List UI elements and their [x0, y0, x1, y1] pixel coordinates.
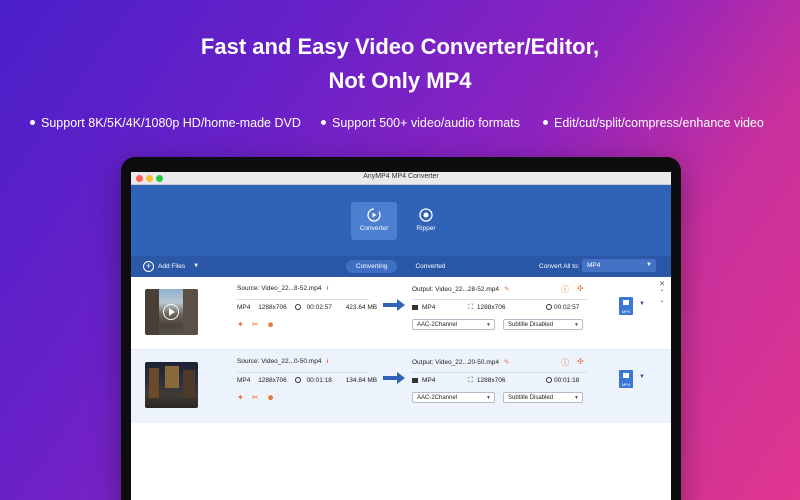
audio-track-select[interactable]: AAC-2Channel ▼ — [412, 392, 495, 403]
bullet-icon — [321, 120, 326, 126]
format-icon — [412, 305, 418, 310]
source-filename: Source: Video_22...0-50.mp4 i — [237, 358, 329, 365]
file-row: Source: Video_22...0-50.mp4 i MP4 1288x70… — [131, 350, 671, 423]
row-controls: ✕ ⌃ ⌄ — [657, 281, 667, 305]
file-row: Source: Video_22...8-52.mp4 i MP4 1288x70… — [131, 277, 671, 350]
video-thumbnail[interactable] — [145, 362, 198, 408]
source-meta: MP4 1288x706 00:02:57 423.64 MB — [237, 304, 378, 311]
chevron-down-icon[interactable]: ⌄ — [657, 297, 667, 305]
plus-icon: + — [143, 261, 154, 272]
chevron-up-icon[interactable]: ⌃ — [657, 289, 667, 297]
tab-ripper[interactable]: Ripper — [403, 202, 449, 240]
window-title: AnyMP4 MP4 Converter — [363, 173, 439, 180]
info-icon[interactable]: ⓘ — [561, 357, 569, 368]
feature-item: Support 500+ video/audio formats — [321, 116, 520, 130]
add-files-button[interactable]: + Add Files ▼ — [143, 260, 199, 273]
enhance-icon[interactable]: ✦ — [237, 320, 244, 329]
output-actions: ⓘ ✣ — [561, 357, 584, 368]
divider — [412, 372, 587, 373]
edit-tools: ✦ ✂ ☻ — [237, 320, 275, 329]
subtitle-select[interactable]: Subtitle Disabled ▼ — [503, 319, 583, 330]
output-filename: Output: Video_22...28-52.mp4 ✎ — [412, 286, 510, 293]
source-meta: MP4 1288x706 00:01:18 134.84 MB — [237, 377, 378, 384]
info-icon[interactable]: i — [326, 358, 328, 365]
subtitle-select[interactable]: Subtitle Disabled ▼ — [503, 392, 583, 403]
output-format-button[interactable]: MP4 — [619, 297, 633, 315]
chevron-down-icon[interactable]: ▼ — [193, 260, 199, 273]
headline-line-1: Fast and Easy Video Converter/Editor, — [200, 34, 600, 59]
ripper-icon — [419, 208, 433, 222]
converter-icon — [367, 208, 381, 222]
compress-icon[interactable]: ✣ — [577, 284, 584, 295]
divider — [237, 299, 369, 300]
sub-toolbar: + Add Files ▼ Converting Converted Conve… — [131, 256, 671, 277]
divider — [412, 299, 587, 300]
arrow-right-icon — [383, 372, 405, 384]
info-icon[interactable]: ⓘ — [561, 284, 569, 295]
edit-name-icon[interactable]: ✎ — [504, 359, 509, 366]
app-window: AnyMP4 MP4 Converter Converter Ripper + … — [131, 172, 671, 500]
headline-line-2: Not Only MP4 — [328, 68, 472, 93]
chevron-down-icon: ▼ — [646, 262, 652, 268]
edit-tools: ✦ ✂ ☻ — [237, 393, 275, 402]
divider — [237, 372, 369, 373]
title-bar: AnyMP4 MP4 Converter — [131, 172, 671, 185]
enhance-icon[interactable]: ✦ — [237, 393, 244, 402]
format-icon — [412, 378, 418, 383]
audio-track-select[interactable]: AAC-2Channel ▼ — [412, 319, 495, 330]
compress-icon[interactable]: ✣ — [577, 357, 584, 368]
clock-icon — [546, 304, 552, 310]
resize-icon: ⛶ — [468, 377, 473, 384]
clock-icon — [294, 377, 301, 383]
convert-all-select[interactable]: MP4 ▼ — [582, 259, 656, 272]
tab-converter-label: Converter — [359, 225, 389, 232]
resize-icon: ⛶ — [468, 304, 473, 311]
close-icon[interactable]: ✕ — [657, 281, 667, 289]
tab-ripper-label: Ripper — [416, 225, 436, 232]
clock-icon — [294, 304, 301, 310]
edit-name-icon[interactable]: ✎ — [504, 286, 509, 293]
tab-converted[interactable]: Converted — [405, 260, 455, 273]
palette-icon[interactable]: ☻ — [266, 320, 274, 329]
status-tabs: Converting Converted — [346, 260, 455, 273]
chevron-down-icon[interactable]: ▼ — [639, 301, 645, 307]
palette-icon[interactable]: ☻ — [266, 393, 274, 402]
output-format-button[interactable]: MP4 — [619, 370, 633, 388]
feature-item: Edit/cut/split/compress/enhance video — [543, 116, 764, 130]
output-meta: MP4 ⛶ 1288x706 00:02:57 — [412, 304, 592, 314]
chevron-down-icon[interactable]: ▼ — [639, 374, 645, 380]
info-icon[interactable]: i — [326, 285, 328, 292]
video-thumbnail[interactable] — [145, 289, 198, 335]
convert-all-label: Convert All to: — [539, 263, 580, 270]
tab-converter[interactable]: Converter — [351, 202, 397, 240]
top-nav: Converter Ripper — [131, 185, 671, 256]
chevron-down-icon: ▼ — [574, 322, 579, 328]
bullet-icon — [543, 120, 548, 126]
output-filename: Output: Video_22...20-50.mp4 ✎ — [412, 359, 510, 366]
chevron-down-icon: ▼ — [486, 322, 491, 328]
tab-converting[interactable]: Converting — [346, 260, 398, 273]
feature-item: Support 8K/5K/4K/1080p HD/home-made DVD — [30, 116, 301, 130]
feature-list: Support 8K/5K/4K/1080p HD/home-made DVD … — [0, 116, 800, 136]
output-meta: MP4 ⛶ 1288x706 00:01:18 — [412, 377, 592, 387]
chevron-down-icon: ▼ — [486, 395, 491, 401]
output-actions: ⓘ ✣ — [561, 284, 584, 295]
cut-icon[interactable]: ✂ — [252, 320, 259, 329]
play-icon[interactable] — [163, 304, 179, 320]
bullet-icon — [30, 120, 35, 126]
arrow-right-icon — [383, 299, 405, 311]
clock-icon — [546, 377, 552, 383]
cut-icon[interactable]: ✂ — [252, 393, 259, 402]
headline: Fast and Easy Video Converter/Editor, No… — [0, 30, 800, 98]
source-filename: Source: Video_22...8-52.mp4 i — [237, 285, 329, 292]
chevron-down-icon: ▼ — [574, 395, 579, 401]
